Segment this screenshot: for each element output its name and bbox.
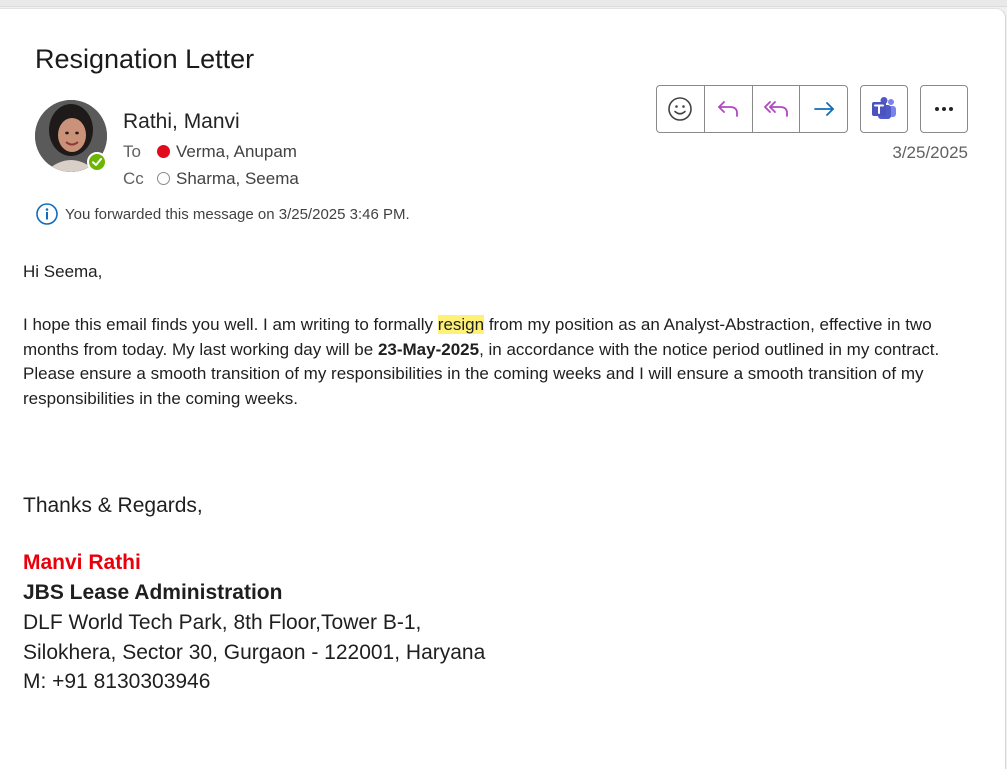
reply-all-button[interactable] (753, 86, 801, 132)
emoji-icon (668, 97, 693, 121)
react-button[interactable] (657, 86, 705, 132)
last-working-day: 23-May-2025 (377, 339, 480, 359)
signature-name: Manvi Rathi (23, 551, 141, 574)
info-icon (36, 203, 58, 225)
closing: Thanks & Regards, (23, 494, 203, 517)
signature-organization: JBS Lease Administration (23, 581, 283, 604)
signature-address-line2: Silokhera, Sector 30, Gurgaon - 122001, … (23, 641, 486, 664)
teams-button[interactable] (860, 85, 908, 133)
presence-available-icon (87, 152, 107, 172)
forward-icon (813, 102, 834, 116)
sender-name[interactable]: Rathi, Manvi (123, 110, 240, 134)
offline-status-icon (157, 172, 170, 185)
reply-icon (718, 101, 739, 117)
greeting: Hi Seema, (23, 262, 103, 281)
reply-actions-group (656, 85, 848, 133)
reply-button[interactable] (705, 86, 753, 132)
cc-label: Cc (123, 169, 144, 188)
email-subject: Resignation Letter (35, 44, 255, 74)
highlighted-word: resign (437, 315, 485, 334)
to-label: To (123, 142, 141, 161)
to-recipient[interactable]: Verma, Anupam (176, 142, 297, 162)
cc-recipient[interactable]: Sharma, Seema (176, 169, 299, 189)
body-paragraph: I hope this email finds you well. I am w… (23, 313, 973, 411)
more-icon (935, 107, 953, 111)
more-actions-button[interactable] (920, 85, 968, 133)
window-top-border (0, 0, 1007, 7)
forward-info-text: You forwarded this message on 3/25/2025 … (65, 206, 410, 223)
forward-button[interactable] (800, 86, 847, 132)
reply-all-icon (763, 101, 788, 117)
signature-address-line1: DLF World Tech Park, 8th Floor,Tower B-1… (23, 611, 422, 634)
signature-phone: M: +91 8130303946 (23, 670, 211, 693)
teams-icon (872, 97, 896, 119)
busy-status-icon (157, 145, 170, 158)
body-text-part: I hope this email finds you well. I am w… (23, 315, 438, 334)
sent-date: 3/25/2025 (892, 143, 968, 162)
